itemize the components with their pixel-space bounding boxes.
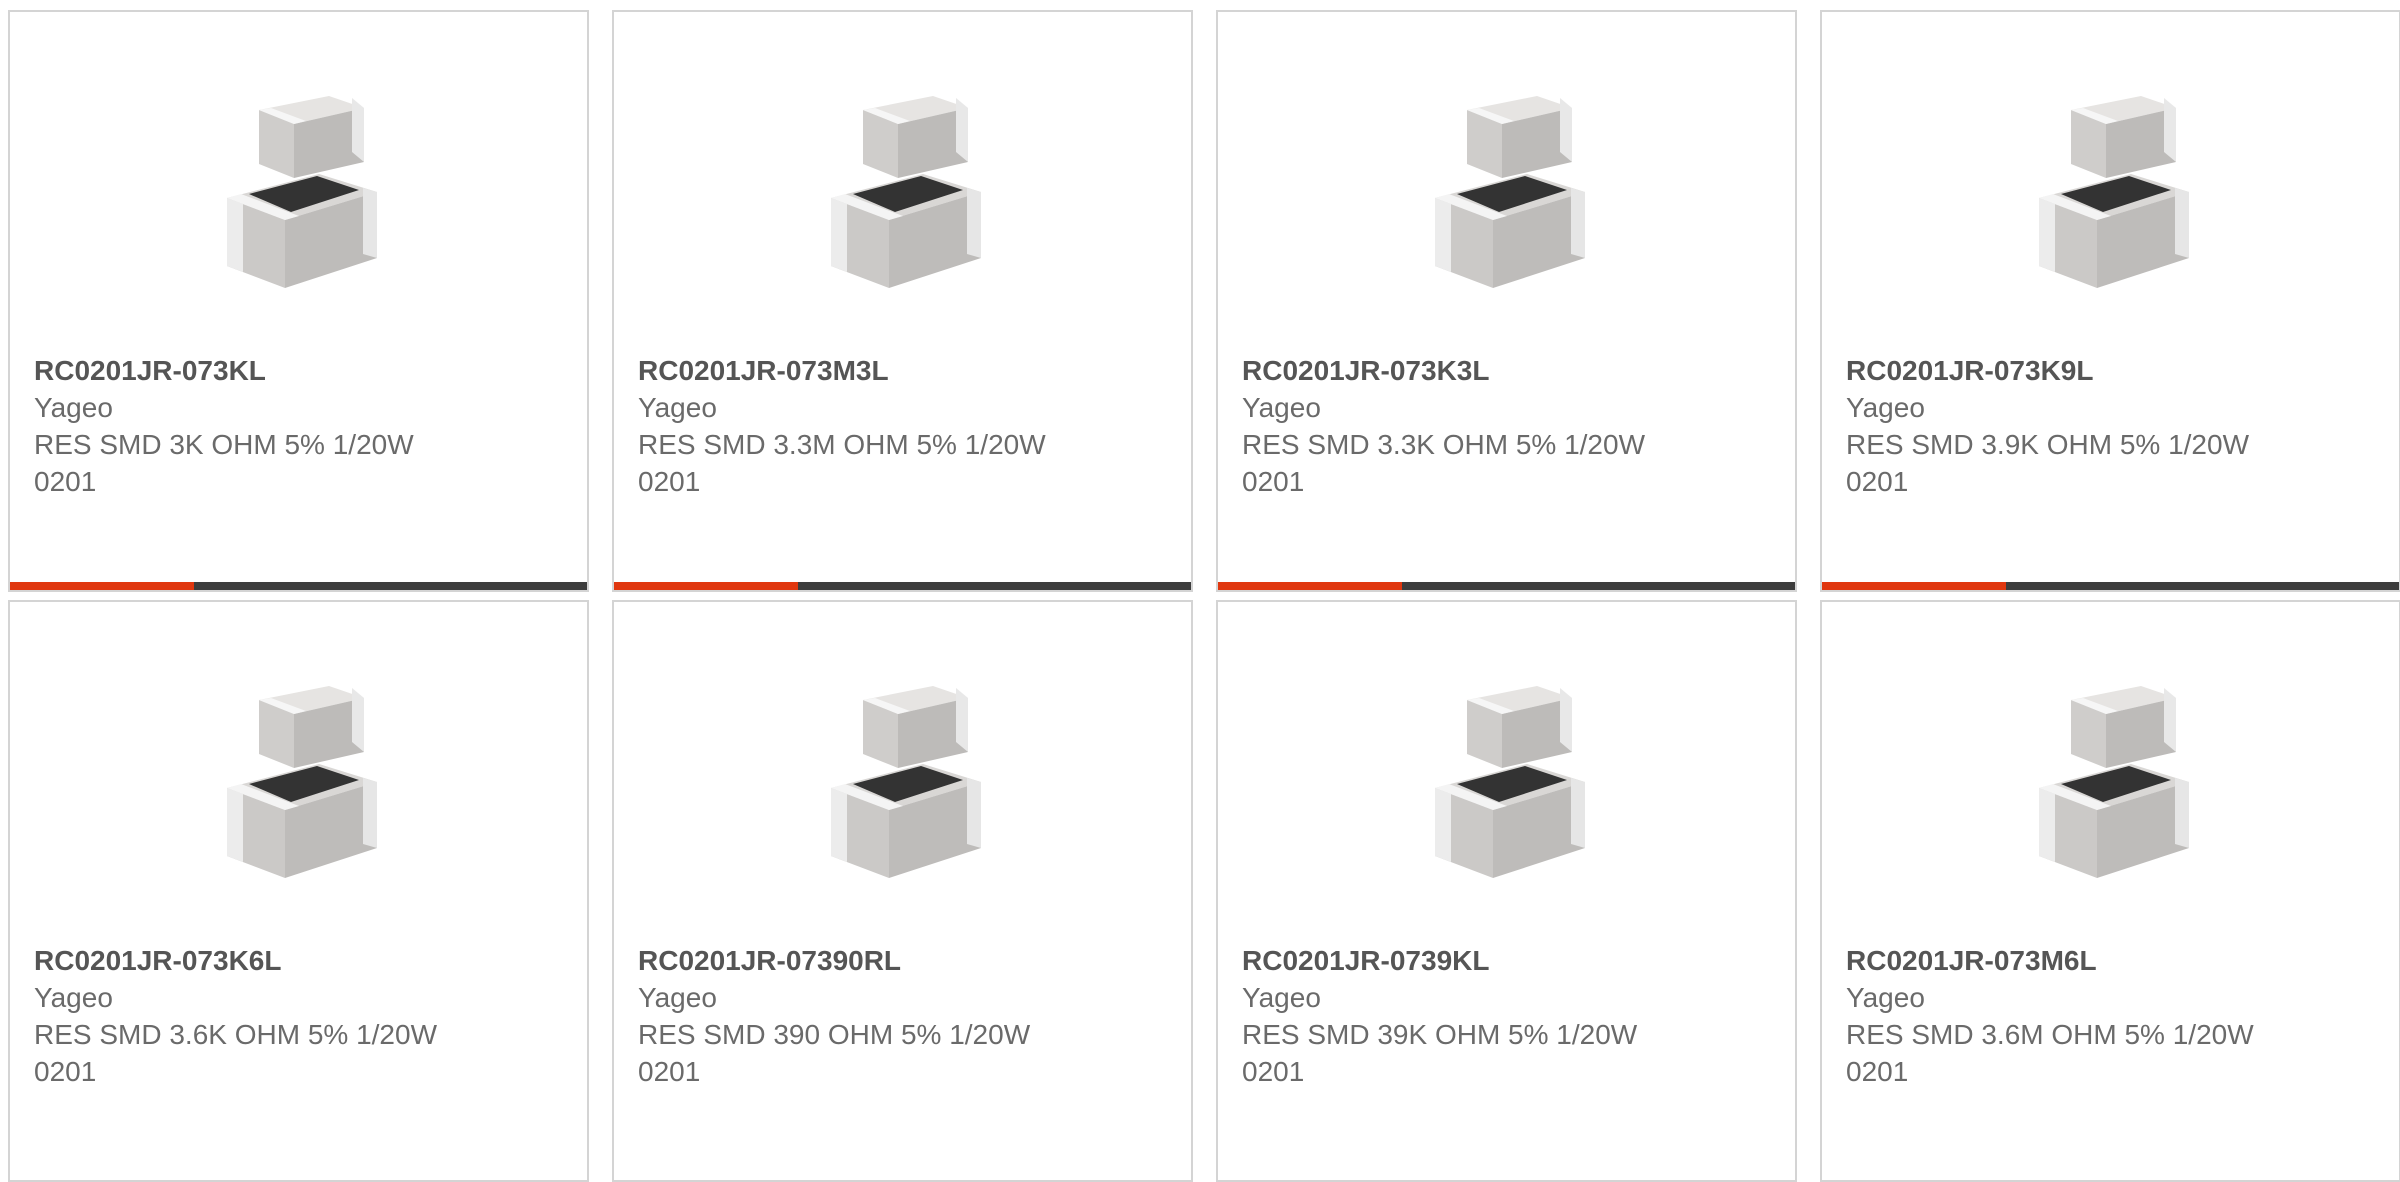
product-card[interactable]: RC0201JR-073K3L Yageo RES SMD 3.3K OHM 5… bbox=[1216, 10, 1797, 592]
product-card[interactable]: RC0201JR-073K9L Yageo RES SMD 3.9K OHM 5… bbox=[1820, 10, 2400, 592]
manufacturer: Yageo bbox=[1846, 982, 1925, 1013]
description: RES SMD 3.6M OHM 5% 1/20W bbox=[1846, 1019, 2254, 1050]
part-number[interactable]: RC0201JR-073K3L bbox=[1242, 352, 1762, 389]
card-accent bbox=[1218, 582, 1402, 590]
manufacturer: Yageo bbox=[1242, 392, 1321, 423]
chip-resistor-image[interactable] bbox=[2011, 678, 2221, 888]
product-card[interactable]: RC0201JR-07390RL Yageo RES SMD 390 OHM 5… bbox=[612, 600, 1193, 1182]
card-footer-bar bbox=[10, 582, 587, 590]
product-info: RC0201JR-073K3L Yageo RES SMD 3.3K OHM 5… bbox=[1242, 352, 1762, 500]
manufacturer: Yageo bbox=[1846, 392, 1925, 423]
manufacturer: Yageo bbox=[638, 982, 717, 1013]
chip-resistor-icon bbox=[227, 686, 377, 878]
product-info: RC0201JR-073K6L Yageo RES SMD 3.6K OHM 5… bbox=[34, 942, 554, 1090]
chip-resistor-icon bbox=[227, 96, 377, 288]
chip-resistor-icon bbox=[2039, 96, 2189, 288]
description: RES SMD 390 OHM 5% 1/20W bbox=[638, 1019, 1031, 1050]
chip-resistor-image[interactable] bbox=[1407, 88, 1617, 298]
chip-resistor-icon bbox=[2039, 686, 2189, 878]
product-card[interactable]: RC0201JR-0739KL Yageo RES SMD 39K OHM 5%… bbox=[1216, 600, 1797, 1182]
description: RES SMD 3K OHM 5% 1/20W bbox=[34, 429, 414, 460]
part-number[interactable]: RC0201JR-0739KL bbox=[1242, 942, 1762, 979]
part-number[interactable]: RC0201JR-073M6L bbox=[1846, 942, 2366, 979]
product-info: RC0201JR-073KL Yageo RES SMD 3K OHM 5% 1… bbox=[34, 352, 554, 500]
manufacturer: Yageo bbox=[34, 982, 113, 1013]
manufacturer: Yageo bbox=[34, 392, 113, 423]
product-grid: RC0201JR-073KL Yageo RES SMD 3K OHM 5% 1… bbox=[0, 0, 2400, 1182]
card-footer-bar bbox=[1218, 582, 1795, 590]
package: 0201 bbox=[34, 466, 97, 497]
chip-resistor-icon bbox=[1435, 686, 1585, 878]
package: 0201 bbox=[1846, 1056, 1909, 1087]
description: RES SMD 3.6K OHM 5% 1/20W bbox=[34, 1019, 438, 1050]
part-number[interactable]: RC0201JR-07390RL bbox=[638, 942, 1158, 979]
package: 0201 bbox=[638, 466, 701, 497]
product-info: RC0201JR-0739KL Yageo RES SMD 39K OHM 5%… bbox=[1242, 942, 1762, 1090]
manufacturer: Yageo bbox=[638, 392, 717, 423]
package: 0201 bbox=[638, 1056, 701, 1087]
chip-resistor-image[interactable] bbox=[803, 678, 1013, 888]
card-accent bbox=[614, 582, 798, 590]
chip-resistor-image[interactable] bbox=[199, 88, 409, 298]
product-info: RC0201JR-07390RL Yageo RES SMD 390 OHM 5… bbox=[638, 942, 1158, 1090]
package: 0201 bbox=[1242, 1056, 1305, 1087]
product-card[interactable]: RC0201JR-073M3L Yageo RES SMD 3.3M OHM 5… bbox=[612, 10, 1193, 592]
product-card[interactable]: RC0201JR-073KL Yageo RES SMD 3K OHM 5% 1… bbox=[8, 10, 589, 592]
chip-resistor-image[interactable] bbox=[803, 88, 1013, 298]
package: 0201 bbox=[1242, 466, 1305, 497]
product-info: RC0201JR-073M3L Yageo RES SMD 3.3M OHM 5… bbox=[638, 352, 1158, 500]
product-info: RC0201JR-073K9L Yageo RES SMD 3.9K OHM 5… bbox=[1846, 352, 2366, 500]
card-footer-bar bbox=[1822, 582, 2399, 590]
chip-resistor-icon bbox=[831, 96, 981, 288]
chip-resistor-icon bbox=[1435, 96, 1585, 288]
card-accent bbox=[1822, 582, 2006, 590]
product-info: RC0201JR-073M6L Yageo RES SMD 3.6M OHM 5… bbox=[1846, 942, 2366, 1090]
card-footer-bar bbox=[614, 582, 1191, 590]
description: RES SMD 3.3K OHM 5% 1/20W bbox=[1242, 429, 1646, 460]
part-number[interactable]: RC0201JR-073K9L bbox=[1846, 352, 2366, 389]
part-number[interactable]: RC0201JR-073M3L bbox=[638, 352, 1158, 389]
card-accent bbox=[10, 582, 194, 590]
chip-resistor-icon bbox=[831, 686, 981, 878]
part-number[interactable]: RC0201JR-073K6L bbox=[34, 942, 554, 979]
manufacturer: Yageo bbox=[1242, 982, 1321, 1013]
chip-resistor-image[interactable] bbox=[1407, 678, 1617, 888]
product-card[interactable]: RC0201JR-073K6L Yageo RES SMD 3.6K OHM 5… bbox=[8, 600, 589, 1182]
chip-resistor-image[interactable] bbox=[2011, 88, 2221, 298]
chip-resistor-image[interactable] bbox=[199, 678, 409, 888]
description: RES SMD 39K OHM 5% 1/20W bbox=[1242, 1019, 1638, 1050]
package: 0201 bbox=[1846, 466, 1909, 497]
part-number[interactable]: RC0201JR-073KL bbox=[34, 352, 554, 389]
description: RES SMD 3.3M OHM 5% 1/20W bbox=[638, 429, 1046, 460]
description: RES SMD 3.9K OHM 5% 1/20W bbox=[1846, 429, 2250, 460]
product-card[interactable]: RC0201JR-073M6L Yageo RES SMD 3.6M OHM 5… bbox=[1820, 600, 2400, 1182]
package: 0201 bbox=[34, 1056, 97, 1087]
